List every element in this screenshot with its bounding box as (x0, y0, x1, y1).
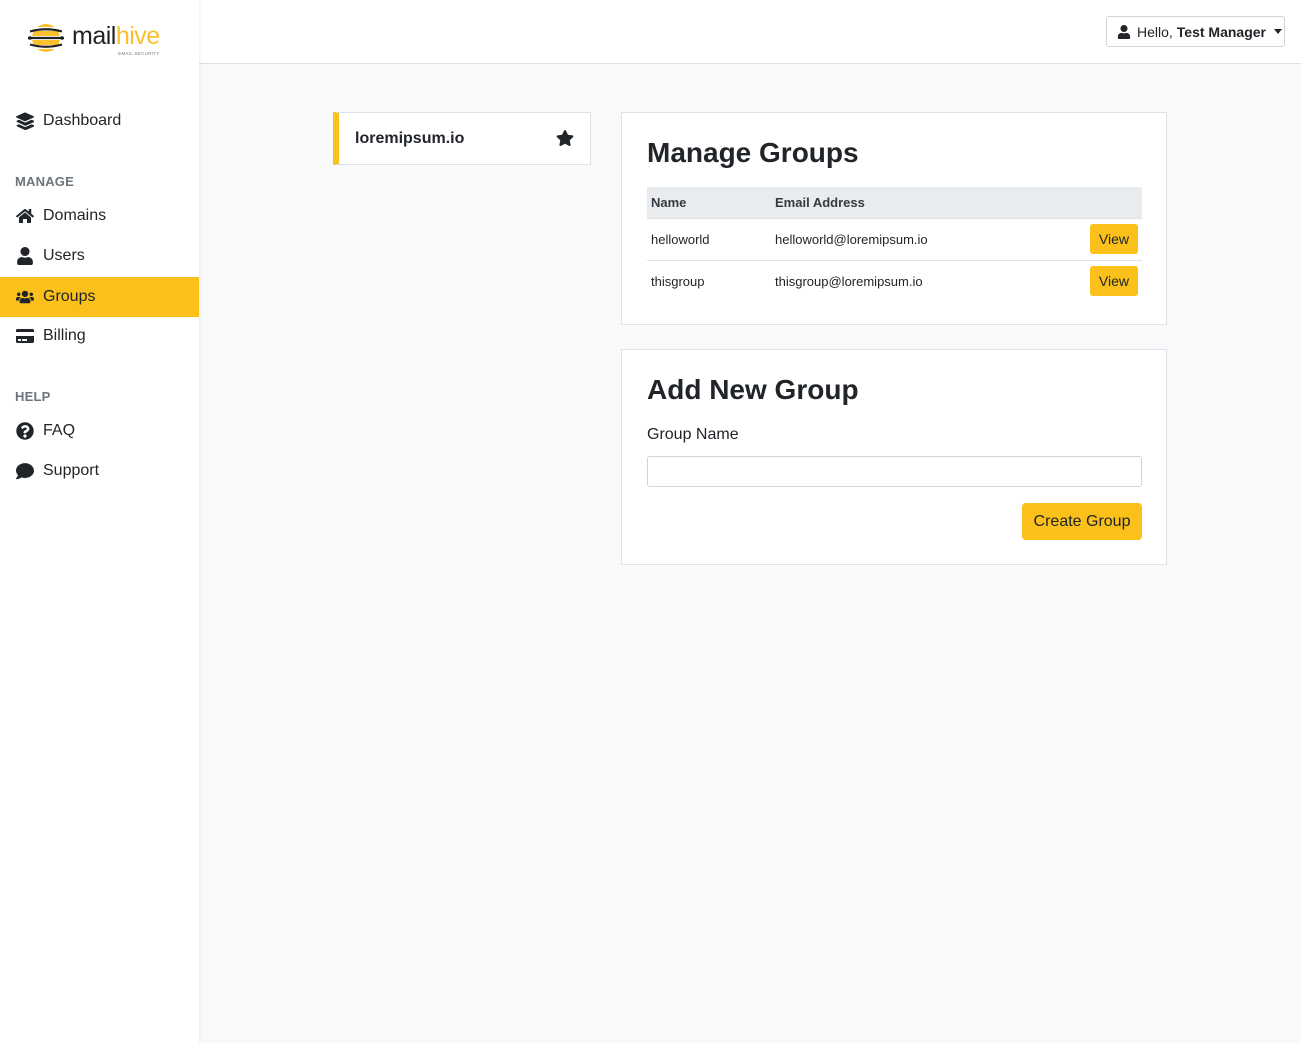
sidebar-item-users[interactable]: Users (0, 236, 199, 276)
sidebar-item-support[interactable]: Support (0, 451, 199, 491)
sidebar-item-label: FAQ (43, 422, 76, 439)
group-name-label: Group Name (647, 426, 739, 443)
group-name-input[interactable] (647, 456, 1142, 487)
greeting-text: Hello, (1137, 23, 1173, 40)
sidebar-item-faq[interactable]: FAQ (0, 411, 199, 451)
view-group-button[interactable]: View (1089, 266, 1138, 297)
sidebar: mailhive EMAIL SECURITY Dashboard MANAGE… (0, 0, 199, 1043)
manage-groups-card: Manage Groups Name Email Address hellowo… (621, 112, 1167, 325)
column-header-email: Email Address (771, 187, 1045, 219)
mailhive-logo[interactable]: mailhive EMAIL SECURITY (28, 20, 160, 56)
group-name-cell: thisgroup (651, 273, 705, 289)
groups-table: Name Email Address helloworld helloworld… (647, 187, 1142, 302)
comment-icon (15, 462, 35, 480)
user-icon (15, 247, 35, 265)
actions-cell: View (1044, 218, 1142, 261)
sidebar-item-label: Dashboard (43, 112, 122, 129)
table-row: helloworld helloworld@loremipsum.io View (647, 218, 1142, 261)
column-header-actions (1044, 187, 1142, 219)
top-bar: Hello, Test Manager (199, 0, 1301, 64)
user-name: Test Manager (1176, 23, 1267, 40)
sidebar-item-domains[interactable]: Domains (0, 196, 199, 236)
star-icon[interactable] (556, 129, 574, 147)
add-group-title: Add New Group (647, 374, 859, 405)
view-group-button[interactable]: View (1089, 224, 1138, 254)
table-row: thisgroup thisgroup@loremipsum.io View (647, 260, 1142, 302)
sidebar-item-label: Domains (43, 207, 107, 224)
logo-tagline: EMAIL SECURITY (118, 50, 160, 56)
layers-icon (15, 112, 35, 130)
user-menu-dropdown[interactable]: Hello, Test Manager (1106, 16, 1285, 47)
sidebar-item-label: Users (43, 247, 85, 264)
home-icon (15, 207, 35, 225)
create-group-button[interactable]: Create Group (1022, 503, 1142, 540)
group-email-cell: helloworld@loremipsum.io (771, 218, 1045, 261)
manage-section-heading: MANAGE (15, 174, 74, 189)
group-email-cell: thisgroup@loremipsum.io (775, 273, 923, 289)
group-name-cell: helloworld (647, 218, 771, 261)
domain-name: loremipsum.io (355, 129, 465, 147)
sidebar-item-groups[interactable]: Groups (0, 277, 199, 317)
sidebar-item-dashboard[interactable]: Dashboard (0, 101, 199, 141)
users-icon (15, 288, 35, 306)
sidebar-item-label: Groups (43, 288, 96, 305)
logo-text-mail: mail (72, 21, 116, 50)
logo-text-hive: hive (115, 21, 160, 50)
actions-cell: View (1044, 260, 1142, 302)
chevron-down-icon (1274, 29, 1283, 34)
sidebar-item-billing[interactable]: Billing (0, 316, 199, 356)
user-icon (1117, 24, 1131, 39)
add-group-card: Add New Group Group Name Create Group (621, 349, 1167, 565)
help-section-heading: HELP (15, 389, 51, 404)
table-header-row: Name Email Address (647, 187, 1142, 219)
question-circle-icon (15, 422, 35, 440)
logo-wordmark: mailhive EMAIL SECURITY (72, 21, 160, 55)
column-header-name: Name (647, 187, 771, 219)
hive-logo-icon (28, 21, 64, 55)
sidebar-item-label: Billing (43, 327, 86, 344)
manage-groups-title: Manage Groups (647, 137, 859, 168)
domain-selector-card[interactable]: loremipsum.io (333, 112, 591, 165)
credit-card-icon (15, 327, 35, 345)
sidebar-item-label: Support (43, 462, 100, 479)
